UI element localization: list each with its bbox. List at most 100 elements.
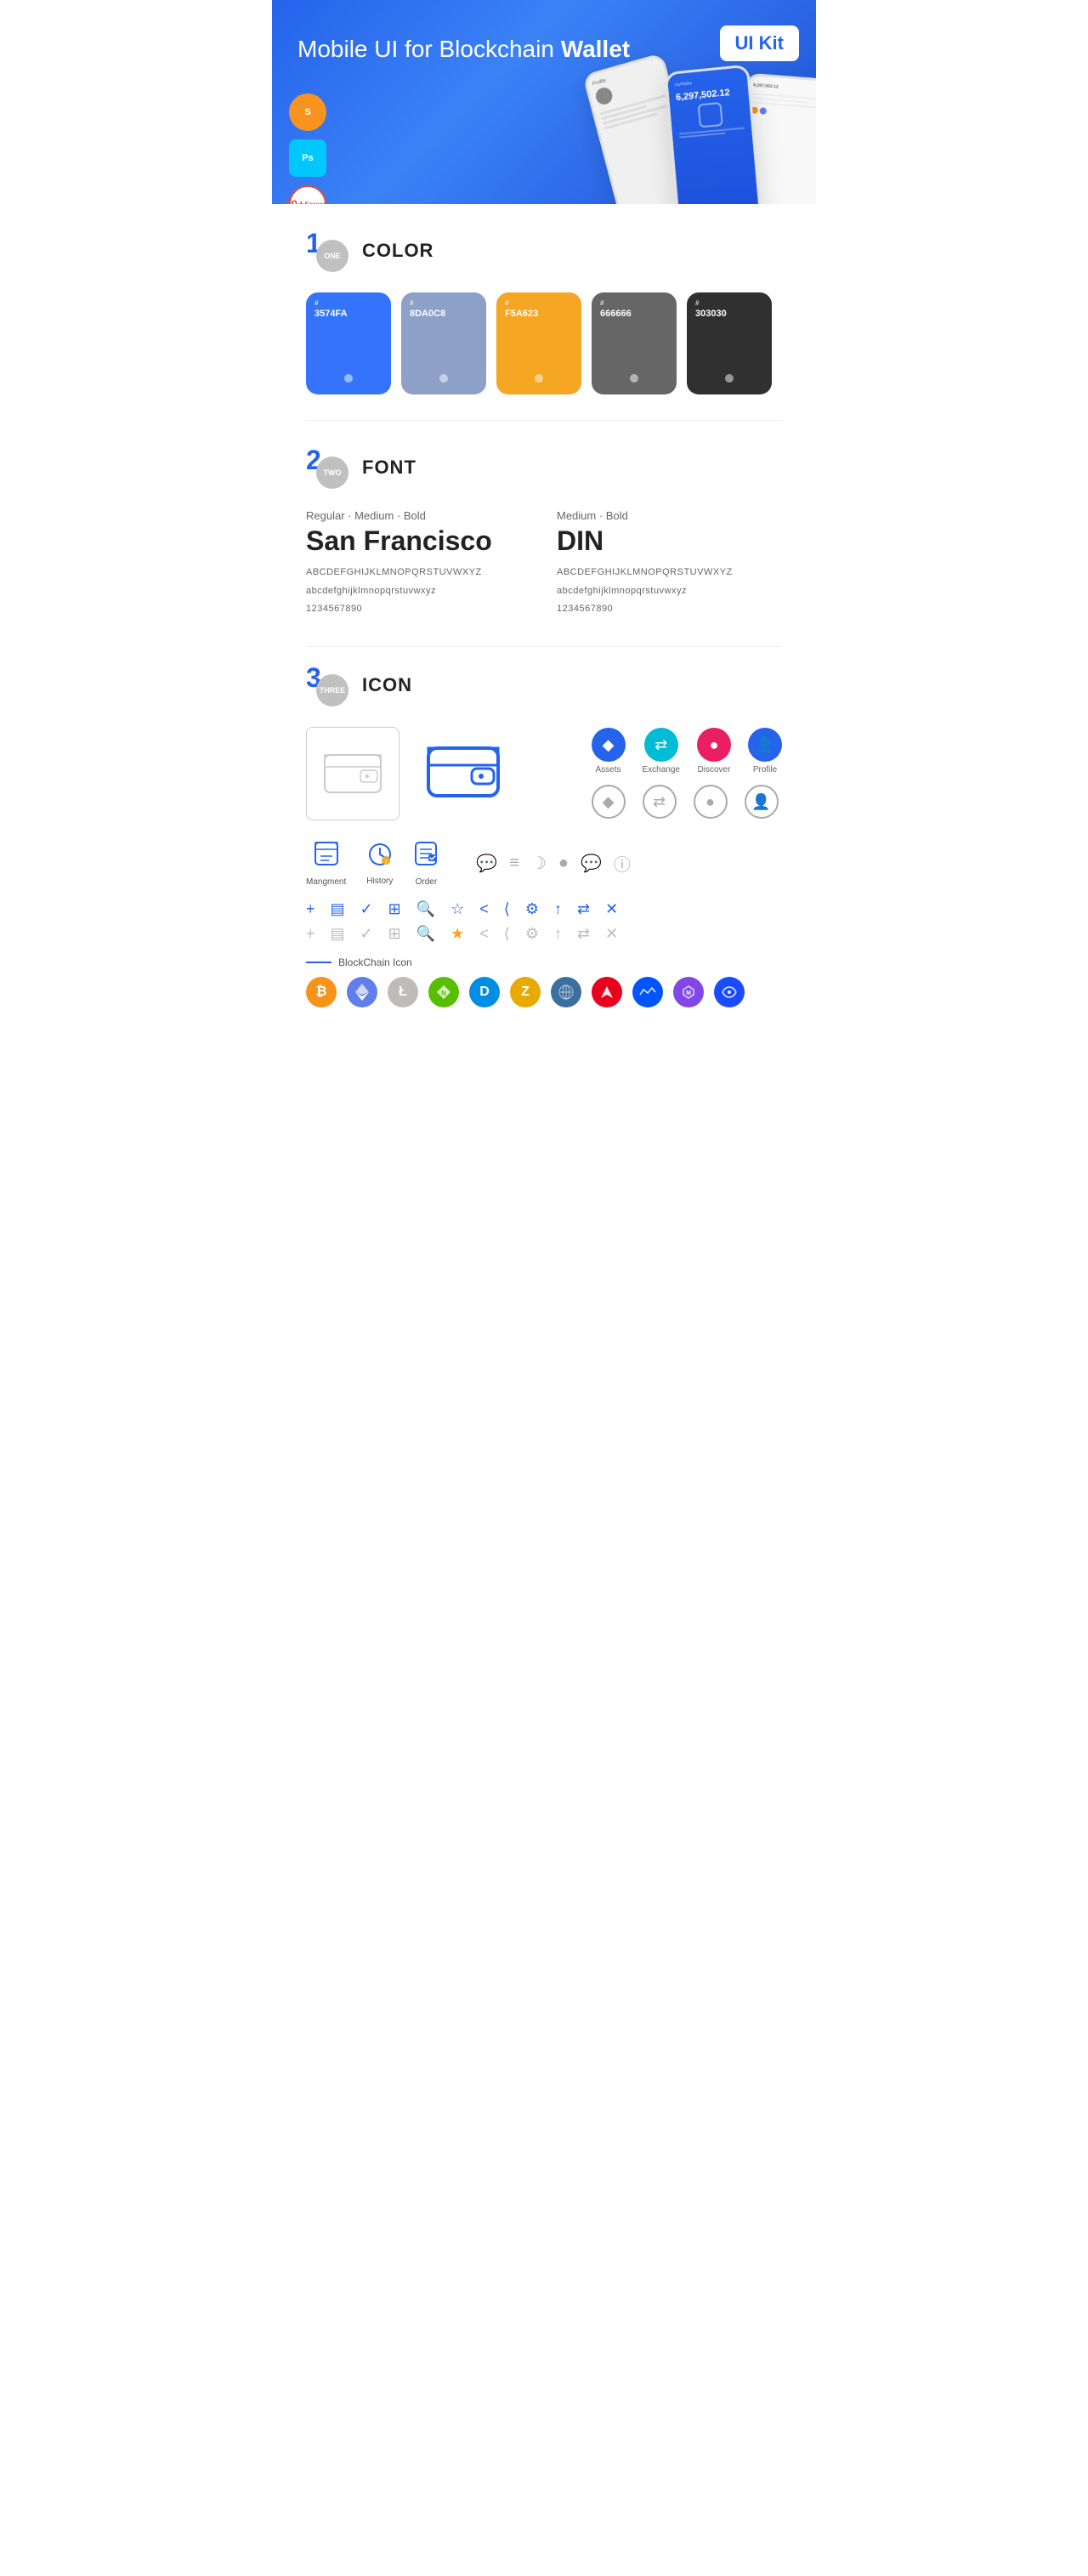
icon-section-header: 3 THREE ICON	[306, 664, 782, 706]
profile-icon: 👤	[748, 728, 782, 762]
grid-crypto-icon	[551, 977, 581, 1007]
wallet-icon-wireframe	[306, 727, 400, 820]
back-outline-icon: <	[479, 925, 489, 943]
check-icon: ✓	[360, 900, 373, 918]
management-history-order-icons: Mangment ! History	[306, 841, 782, 887]
font-sf-upper: ABCDEFGHIJKLMNOPQRSTUVWXYZ	[306, 565, 531, 581]
ark-icon	[592, 977, 622, 1007]
grid-icon: ⊞	[388, 900, 401, 918]
info-icon: ⓘ	[614, 851, 631, 876]
close-icon: ✕	[605, 900, 618, 918]
swap-outline-icon: ⇄	[577, 925, 590, 943]
search-icon: 🔍	[416, 900, 435, 918]
small-icons-row1: + ▤ ✓ ⊞ 🔍 ☆ < ⟨ ⚙ ↑ ⇄ ✕	[306, 900, 782, 918]
hero-badges: S Ps 60+ Screens	[289, 94, 326, 204]
font-din-lower: abcdefghijklmnopqrstuvwxyz	[557, 584, 782, 599]
font-sf-lower: abcdefghijklmnopqrstuvwxyz	[306, 584, 531, 599]
btc-icon: ₿	[306, 977, 337, 1007]
check-outline-icon: ✓	[360, 925, 373, 943]
management-icon	[314, 841, 339, 872]
doc-icon: ▤	[331, 900, 345, 918]
font-din-upper: ABCDEFGHIJKLMNOPQRSTUVWXYZ	[557, 565, 782, 581]
star-active-icon: ★	[450, 925, 464, 943]
outline-icons-row: ◆ ⇄ ● 👤	[592, 785, 782, 819]
svg-text:N: N	[441, 990, 446, 997]
icon-section: 3 THREE ICON	[272, 647, 816, 1050]
color-section: 1 ONE COLOR # 3574FA # 8DA0C8 # F5A623 #…	[272, 204, 816, 420]
exchange-icon: ⇄	[644, 728, 678, 762]
exchange-outline-icon: ⇄	[643, 785, 677, 819]
hero-title-regular: Mobile UI for Blockchain	[298, 36, 561, 62]
icon-number-wrapper: 3 THREE	[306, 664, 348, 706]
colored-icons-group: ◆ Assets ⇄ Exchange ● Discover 👤 Profile…	[592, 728, 782, 819]
icon-section-title: ICON	[362, 674, 412, 696]
share-icon: ⟨	[504, 900, 510, 918]
font-section-header: 2 TWO FONT	[306, 446, 782, 489]
plus-icon: +	[306, 900, 315, 918]
star-icon: ☆	[450, 900, 464, 918]
wallet-icon-solid	[416, 727, 510, 820]
small-icons-row2: + ▤ ✓ ⊞ 🔍 ★ < ⟨ ⚙ ↑ ⇄ ✕	[306, 925, 782, 943]
ui-kit-badge: UI Kit	[720, 26, 799, 61]
grid-outline-icon: ⊞	[388, 925, 401, 943]
dash-icon: D	[469, 977, 500, 1007]
swap-icon: ⇄	[577, 900, 590, 918]
gray-icons-row: 💬 ≡ ☽ ● 💬 ⓘ	[476, 851, 631, 876]
swatch-dark: # 303030	[687, 292, 772, 394]
svg-text:!: !	[385, 860, 387, 865]
assets-icon: ◆	[592, 728, 626, 762]
font-grid: Regular · Medium · Bold San Francisco AB…	[306, 509, 782, 621]
color-swatches: # 3574FA # 8DA0C8 # F5A623 # 666666 # 30…	[306, 292, 782, 394]
back-icon: <	[479, 900, 489, 918]
waves-icon	[632, 977, 663, 1007]
search-outline-icon: 🔍	[416, 925, 435, 943]
share-outline-icon: ⟨	[504, 925, 510, 943]
discover-icon-item: ● Discover	[697, 728, 731, 775]
font-number-wrapper: 2 TWO	[306, 446, 348, 489]
profile-outline-icon: 👤	[745, 785, 779, 819]
exchange-icon-item: ⇄ Exchange	[643, 728, 680, 775]
sketch-badge: S	[289, 94, 326, 131]
blockchain-text: BlockChain Icon	[338, 956, 412, 968]
discover-icon: ●	[697, 728, 731, 762]
order-icon	[413, 841, 439, 872]
crypto-icons-row: ₿ Ł N D Z	[306, 977, 782, 1024]
hero-section: Mobile UI for Blockchain Wallet UI Kit S…	[272, 0, 816, 204]
font-din-name: DIN	[557, 525, 782, 557]
hero-title: Mobile UI for Blockchain Wallet	[298, 34, 790, 65]
swatch-orange: # F5A623	[496, 292, 581, 394]
hero-title-bold: Wallet	[561, 36, 630, 62]
discover-outline-icon: ●	[694, 785, 728, 819]
neo-icon: N	[428, 977, 459, 1007]
color-number-wrapper: 1 ONE	[306, 230, 348, 272]
font-sf-name: San Francisco	[306, 525, 531, 557]
font-din-numbers: 1234567890	[557, 602, 782, 617]
moon-icon: ☽	[531, 853, 547, 874]
color-section-title: COLOR	[362, 240, 434, 262]
upload-outline-icon: ↑	[554, 925, 562, 943]
swatch-gray: # 666666	[592, 292, 677, 394]
eth-icon	[347, 977, 377, 1007]
order-icon-item: Order	[413, 841, 439, 887]
matic-icon: M	[673, 977, 704, 1007]
skycoin-icon	[714, 977, 745, 1007]
settings-icon: ⚙	[525, 900, 539, 918]
font-din-style: Medium · Bold	[557, 509, 782, 522]
font-sf-numbers: 1234567890	[306, 602, 531, 617]
svg-text:M: M	[686, 990, 691, 996]
blockchain-label: BlockChain Icon	[306, 956, 782, 968]
color-section-header: 1 ONE COLOR	[306, 230, 782, 272]
colored-icons-row1: ◆ Assets ⇄ Exchange ● Discover 👤 Profile	[592, 728, 782, 775]
swatch-gray-blue: # 8DA0C8	[401, 292, 486, 394]
circle-icon: ●	[558, 854, 569, 873]
close-outline-icon: ✕	[605, 925, 618, 943]
ps-badge: Ps	[289, 139, 326, 177]
phone-mockups: Profile myWallet 6,297,502.12 6,297,502.…	[605, 76, 816, 204]
color-number-circle: ONE	[316, 240, 348, 272]
layers-icon: ≡	[509, 854, 519, 873]
font-section: 2 TWO FONT Regular · Medium · Bold San F…	[272, 421, 816, 646]
icon-grid-main: ◆ Assets ⇄ Exchange ● Discover 👤 Profile…	[306, 727, 782, 820]
history-icon: !	[367, 842, 393, 871]
doc-outline-icon: ▤	[331, 925, 345, 943]
zcash-icon: Z	[510, 977, 541, 1007]
